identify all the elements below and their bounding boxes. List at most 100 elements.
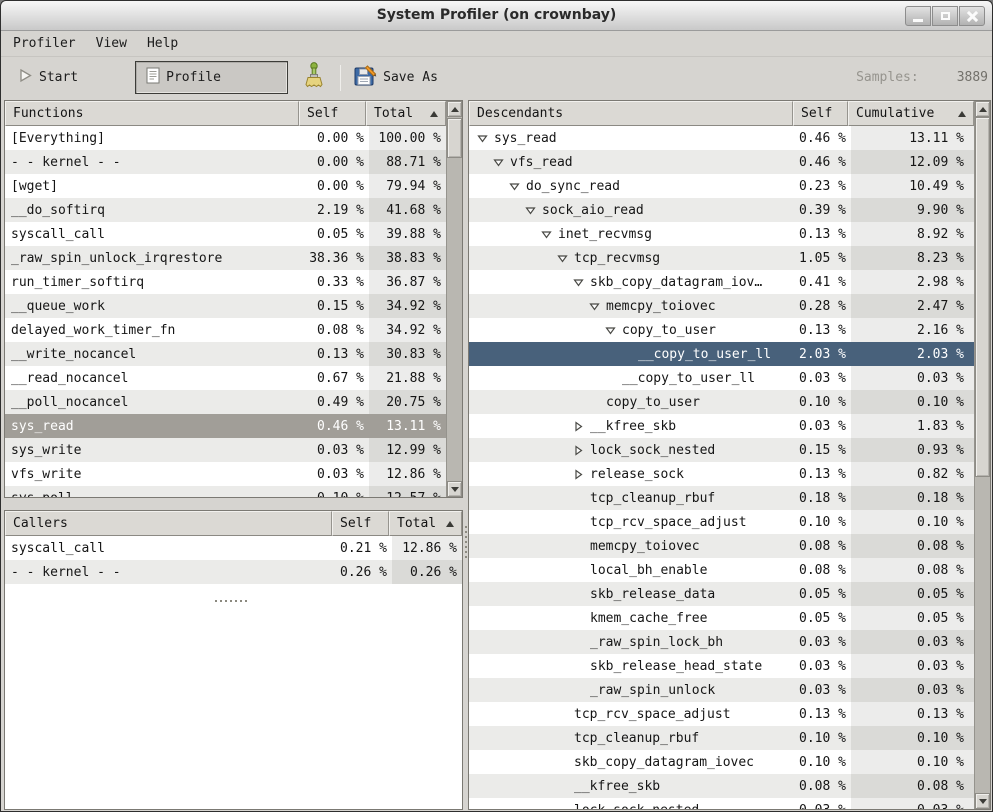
tree-row[interactable]: lock_sock_nested0.03 %0.03 % — [469, 798, 974, 809]
tree-row[interactable]: tcp_recvmsg1.05 %8.23 % — [469, 246, 974, 270]
tree-row[interactable]: tcp_cleanup_rbuf0.10 %0.10 % — [469, 726, 974, 750]
tree-node-label: sock_aio_read — [542, 203, 644, 218]
titlebar[interactable]: System Profiler (on crownbay) — [1, 1, 992, 31]
table-row[interactable]: delayed_work_timer_fn0.08 %34.92 % — [5, 318, 446, 342]
maximize-button[interactable] — [932, 6, 958, 26]
column-header-self[interactable]: Self — [332, 511, 389, 536]
column-header-callers[interactable]: Callers — [5, 511, 332, 536]
tree-row[interactable]: sys_read0.46 %13.11 % — [469, 126, 974, 150]
expander-open-icon[interactable] — [557, 253, 574, 264]
expander-open-icon[interactable] — [541, 229, 558, 240]
reset-brush-button[interactable] — [296, 61, 332, 94]
minimize-button[interactable] — [905, 6, 931, 26]
expander-open-icon[interactable] — [573, 277, 590, 288]
table-row[interactable]: sys_read0.46 %13.11 % — [5, 414, 446, 438]
tree-row[interactable]: __kfree_skb0.03 %1.83 % — [469, 414, 974, 438]
cell-total-percent: 21.88 % — [369, 366, 446, 390]
cell-function-name: - - kernel - - — [5, 560, 335, 584]
column-header-self[interactable]: Self — [299, 101, 366, 126]
tree-row[interactable]: __copy_to_user_ll0.03 %0.03 % — [469, 366, 974, 390]
table-row[interactable]: __queue_work0.15 %34.92 % — [5, 294, 446, 318]
profile-toggle-button[interactable]: Profile — [135, 61, 288, 94]
table-row[interactable]: sys_write0.03 %12.99 % — [5, 438, 446, 462]
table-row[interactable]: - - kernel - -0.00 %88.71 % — [5, 150, 446, 174]
tree-row[interactable]: _raw_spin_unlock0.03 %0.03 % — [469, 678, 974, 702]
start-button[interactable]: Start — [7, 61, 89, 94]
save-as-button[interactable]: Save As — [349, 61, 443, 94]
column-header-total[interactable]: Total — [366, 101, 446, 126]
tree-row[interactable]: release_sock0.13 %0.82 % — [469, 462, 974, 486]
cell-total-percent: 12.99 % — [369, 438, 446, 462]
cell-function-name: lock_sock_nested — [469, 438, 796, 462]
tree-row[interactable]: skb_release_head_state0.03 %0.03 % — [469, 654, 974, 678]
expander-open-icon[interactable] — [605, 325, 622, 336]
tree-row[interactable]: memcpy_toiovec0.08 %0.08 % — [469, 534, 974, 558]
column-header-self[interactable]: Self — [793, 101, 848, 126]
cell-function-name: vfs_read — [469, 150, 796, 174]
scroll-up-button[interactable] — [975, 101, 990, 117]
table-row[interactable]: vfs_write0.03 %12.86 % — [5, 462, 446, 486]
descendants-scrollbar[interactable] — [974, 101, 990, 809]
table-row[interactable]: syscall_call0.05 %39.88 % — [5, 222, 446, 246]
scrollbar-thumb[interactable] — [975, 117, 990, 477]
expander-closed-icon[interactable] — [573, 421, 590, 432]
tree-row[interactable]: __copy_to_user_ll2.03 %2.03 % — [469, 342, 974, 366]
tree-row[interactable]: tcp_rcv_space_adjust0.10 %0.10 % — [469, 510, 974, 534]
tree-row[interactable]: inet_recvmsg0.13 %8.92 % — [469, 222, 974, 246]
tree-row[interactable]: skb_copy_datagram_iov…0.41 %2.98 % — [469, 270, 974, 294]
table-row[interactable]: syscall_call0.21 %12.86 % — [5, 536, 462, 560]
expander-closed-icon[interactable] — [573, 445, 590, 456]
tree-row[interactable]: _raw_spin_lock_bh0.03 %0.03 % — [469, 630, 974, 654]
functions-scrollbar[interactable] — [446, 101, 462, 497]
tree-row[interactable]: tcp_rcv_space_adjust0.13 %0.13 % — [469, 702, 974, 726]
scroll-down-button[interactable] — [975, 793, 990, 809]
tree-node-label: __copy_to_user_ll — [638, 347, 771, 362]
expander-open-icon[interactable] — [493, 157, 510, 168]
table-row[interactable]: [Everything]0.00 %100.00 % — [5, 126, 446, 150]
cell-function-name: inet_recvmsg — [469, 222, 796, 246]
tree-row[interactable]: tcp_cleanup_rbuf0.18 %0.18 % — [469, 486, 974, 510]
scroll-up-button[interactable] — [447, 101, 462, 117]
scroll-down-button[interactable] — [447, 481, 462, 497]
column-header-functions[interactable]: Functions — [5, 101, 299, 126]
tree-row[interactable]: vfs_read0.46 %12.09 % — [469, 150, 974, 174]
tree-row[interactable]: copy_to_user0.10 %0.10 % — [469, 390, 974, 414]
table-row[interactable]: - - kernel - -0.26 %0.26 % — [5, 560, 462, 584]
expander-open-icon[interactable] — [477, 133, 494, 144]
tree-row[interactable]: do_sync_read0.23 %10.49 % — [469, 174, 974, 198]
menu-view[interactable]: View — [86, 33, 137, 54]
tree-row[interactable]: copy_to_user0.13 %2.16 % — [469, 318, 974, 342]
tree-row[interactable]: __kfree_skb0.08 %0.08 % — [469, 774, 974, 798]
tree-row[interactable]: sock_aio_read0.39 %9.90 % — [469, 198, 974, 222]
menu-profiler[interactable]: Profiler — [3, 33, 86, 54]
table-row[interactable]: __write_nocancel0.13 %30.83 % — [5, 342, 446, 366]
close-button[interactable] — [959, 6, 985, 26]
tree-row[interactable]: memcpy_toiovec0.28 %2.47 % — [469, 294, 974, 318]
table-row[interactable]: run_timer_softirq0.33 %36.87 % — [5, 270, 446, 294]
expander-open-icon[interactable] — [589, 301, 606, 312]
expander-closed-icon[interactable] — [573, 469, 590, 480]
scrollbar-thumb[interactable] — [447, 118, 462, 158]
tree-row[interactable]: local_bh_enable0.08 %0.08 % — [469, 558, 974, 582]
expander-open-icon[interactable] — [525, 205, 542, 216]
vertical-splitter-handle[interactable] — [463, 526, 468, 566]
table-row[interactable]: __read_nocancel0.67 %21.88 % — [5, 366, 446, 390]
scroll-down-icon — [451, 487, 459, 492]
table-row[interactable]: __poll_nocancel0.49 %20.75 % — [5, 390, 446, 414]
table-row[interactable]: _raw_spin_unlock_irqrestore38.36 %38.83 … — [5, 246, 446, 270]
tree-row[interactable]: kmem_cache_free0.05 %0.05 % — [469, 606, 974, 630]
horizontal-splitter-handle[interactable] — [215, 598, 251, 603]
cell-self-percent: 0.03 % — [796, 414, 851, 438]
tree-row[interactable]: skb_copy_datagram_iovec0.10 %0.10 % — [469, 750, 974, 774]
expander-open-icon[interactable] — [509, 181, 526, 192]
table-row[interactable]: [wget]0.00 %79.94 % — [5, 174, 446, 198]
column-header-descendants[interactable]: Descendants — [469, 101, 793, 126]
menu-help[interactable]: Help — [137, 33, 188, 54]
column-header-total[interactable]: Total — [389, 511, 462, 536]
cell-total-percent: 2.98 % — [851, 270, 974, 294]
column-header-cumulative[interactable]: Cumulative — [848, 101, 974, 126]
tree-row[interactable]: skb_release_data0.05 %0.05 % — [469, 582, 974, 606]
tree-row[interactable]: lock_sock_nested0.15 %0.93 % — [469, 438, 974, 462]
table-row[interactable]: __do_softirq2.19 %41.68 % — [5, 198, 446, 222]
table-row[interactable]: sys_poll0.10 %12.57 % — [5, 486, 446, 497]
